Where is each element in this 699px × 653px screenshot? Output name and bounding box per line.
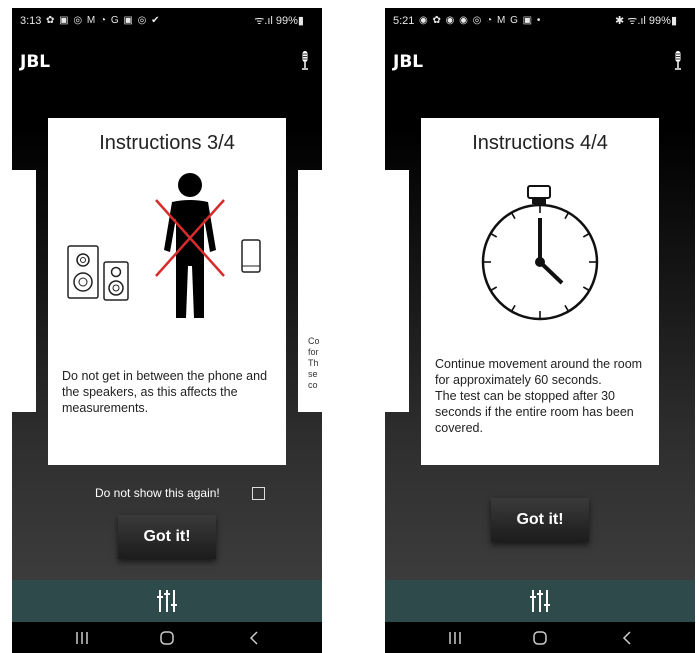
got-it-button[interactable]: Got it! [118, 515, 216, 559]
instruction-text: Do not get in between the phone and the … [62, 369, 268, 415]
microphone-icon[interactable] [673, 50, 683, 72]
phone-screen-left: 3:13 ✿ ▣ ◎ M ◔ G ▣ ◎ ✔ ᯤ.ıl 99%▮ JBL Co … [12, 8, 322, 653]
stopwatch-icon [481, 185, 599, 321]
next-card-text: Co for Th se co [308, 336, 320, 390]
status-battery-signal: ᯤ.ıl 99%▮ [254, 15, 304, 27]
illustration [67, 173, 261, 318]
speaker-icon [67, 245, 99, 299]
back-icon[interactable] [617, 628, 637, 648]
instruction-card: Instructions 4/4 Continue movement aroun… [421, 118, 659, 465]
previous-card-peek[interactable] [385, 170, 409, 412]
instruction-card: Instructions 3/4 Do not get in between t… [48, 118, 286, 465]
bottom-bar [12, 580, 322, 622]
home-icon[interactable] [530, 628, 550, 648]
previous-card-peek[interactable] [12, 170, 36, 412]
phone-icon [241, 239, 261, 273]
do-not-show-label: Do not show this again! [95, 486, 220, 500]
status-battery-signal: ✱ ᯤ.ıl 99%▮ [615, 15, 677, 27]
equalizer-icon[interactable] [156, 588, 178, 614]
home-icon[interactable] [157, 628, 177, 648]
status-notification-icons: ✿ ▣ ◎ M ◔ G ▣ ◎ ✔ [46, 15, 161, 26]
equalizer-icon[interactable] [529, 588, 551, 614]
speaker-icon [103, 261, 129, 301]
phone-screen-right: 5:21 ◉ ✿ ◉ ◉ ◎ ◔ M G ▣ • ✱ ᯤ.ıl 99%▮ JBL… [385, 8, 695, 653]
status-time: 5:21 [393, 15, 415, 27]
do-not-show-checkbox[interactable] [252, 487, 265, 500]
system-nav-bar [12, 622, 322, 653]
instruction-title: Instructions 4/4 [472, 132, 608, 154]
got-it-button[interactable]: Got it! [491, 498, 589, 542]
microphone-icon[interactable] [300, 50, 310, 72]
instruction-text: Continue movement around the room for ap… [435, 357, 643, 435]
status-bar: 5:21 ◉ ✿ ◉ ◉ ◎ ◔ M G ▣ • ✱ ᯤ.ıl 99%▮ [385, 8, 695, 34]
recents-icon[interactable] [72, 628, 92, 648]
bottom-bar [385, 580, 695, 622]
system-nav-bar [385, 622, 695, 653]
person-icon [164, 173, 216, 318]
recents-icon[interactable] [445, 628, 465, 648]
status-time: 3:13 [20, 15, 42, 27]
instruction-title: Instructions 3/4 [99, 132, 235, 154]
next-card-peek[interactable]: Co for Th se co [298, 170, 322, 412]
status-bar: 3:13 ✿ ▣ ◎ M ◔ G ▣ ◎ ✔ ᯤ.ıl 99%▮ [12, 8, 322, 34]
status-notification-icons: ◉ ✿ ◉ ◉ ◎ ◔ M G ▣ • [419, 15, 542, 26]
back-icon[interactable] [244, 628, 264, 648]
jbl-logo: JBL [20, 52, 51, 72]
jbl-logo: JBL [393, 52, 424, 72]
